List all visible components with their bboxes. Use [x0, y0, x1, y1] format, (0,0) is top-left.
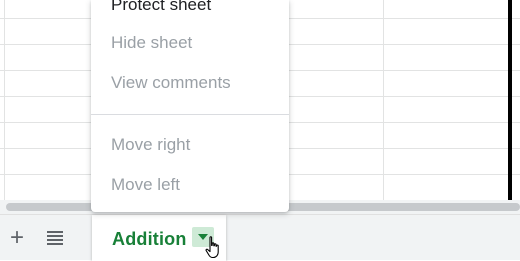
sheet-list-icon [47, 231, 63, 245]
plus-icon: + [9, 224, 24, 251]
hand-pointer-icon [205, 236, 219, 259]
sheet-tab-bar: + Addition [0, 214, 520, 261]
menu-item-protect-sheet[interactable]: Protect sheet [91, 0, 289, 21]
menu-item-move-left[interactable]: Move left [91, 169, 289, 201]
all-sheets-button[interactable] [40, 223, 70, 253]
add-sheet-button[interactable]: + [4, 223, 30, 253]
menu-item-hide-sheet[interactable]: Hide sheet [91, 27, 289, 59]
menu-divider [91, 114, 289, 115]
sheet-tab-label: Addition [112, 229, 187, 249]
sheet-context-menu: Protect sheet Hide sheet View comments M… [91, 0, 289, 212]
frozen-column-border [508, 0, 512, 200]
menu-item-view-comments[interactable]: View comments [91, 67, 289, 99]
menu-item-move-right[interactable]: Move right [91, 129, 289, 161]
